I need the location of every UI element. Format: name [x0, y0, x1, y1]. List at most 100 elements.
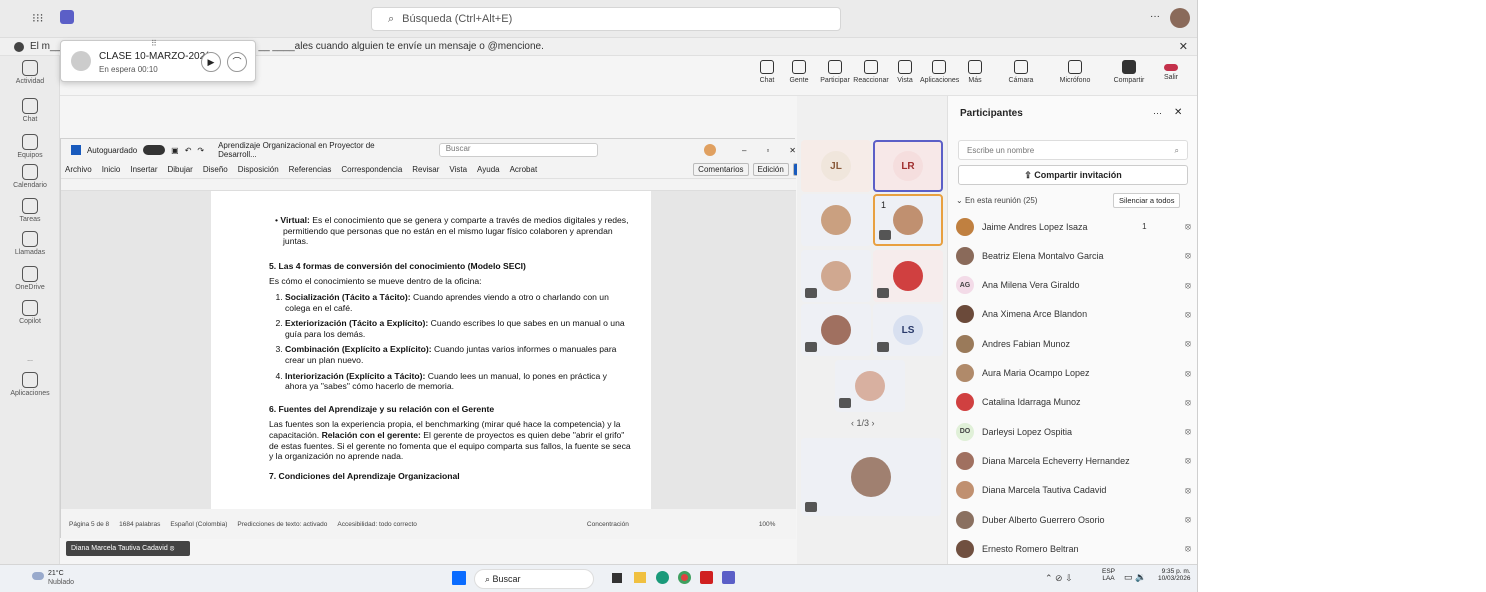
mic-off-icon[interactable]: ⦻: [1185, 338, 1191, 349]
ribbon-tab[interactable]: Insertar: [130, 165, 157, 174]
video-tile[interactable]: LS: [873, 304, 943, 356]
teams-icon[interactable]: [722, 571, 735, 584]
video-tile[interactable]: [801, 438, 941, 516]
language-indicator[interactable]: ESP LAA: [1102, 568, 1115, 582]
video-tile[interactable]: [801, 250, 871, 302]
close-icon[interactable]: ✕: [1179, 40, 1188, 53]
participant-row[interactable]: Aura Maria Ocampo Lopez ⦻: [956, 359, 1191, 388]
redo-icon[interactable]: ↷: [197, 146, 204, 155]
participant-row[interactable]: Diana Marcela Echeverry Hernandez ⦻: [956, 446, 1191, 475]
ribbon-tab[interactable]: Inicio: [102, 165, 121, 174]
video-tile[interactable]: 1: [873, 194, 943, 246]
participant-row[interactable]: Andres Fabian Munoz ⦻: [956, 329, 1191, 358]
rail-item-copilot[interactable]: Copilot: [0, 300, 60, 325]
resume-button[interactable]: ▶: [201, 52, 221, 72]
mic-off-icon[interactable]: ⦻: [1185, 426, 1191, 437]
more-button[interactable]: Más: [956, 60, 994, 84]
video-tile[interactable]: JL: [801, 140, 871, 192]
participant-row[interactable]: Duber Alberto Guerrero Osorio ⦻: [956, 505, 1191, 534]
status-item[interactable]: Página 5 de 8: [69, 521, 109, 528]
mic-off-icon[interactable]: ⦻: [1185, 514, 1191, 525]
rail-item-more[interactable]: ...: [0, 338, 60, 363]
rail-item-tasks[interactable]: Tareas: [0, 198, 60, 223]
rail-item-chat[interactable]: Chat: [0, 98, 60, 123]
mic-off-icon[interactable]: ⦻: [1185, 455, 1191, 466]
call-on-hold-popup[interactable]: ⠿ CLASE 10-MARZO-202( En espera 00:10 ▶ …: [60, 39, 256, 82]
rail-item-onedrive[interactable]: OneDrive: [0, 266, 60, 291]
react-button[interactable]: Reaccionar: [852, 60, 890, 84]
status-item[interactable]: 100%: [759, 521, 776, 528]
ribbon-tab[interactable]: Correspondencia: [341, 165, 402, 174]
video-tile[interactable]: [801, 304, 871, 356]
acrobat-icon[interactable]: [700, 571, 713, 584]
participant-row[interactable]: Ernesto Romero Beltran ⦻: [956, 534, 1191, 563]
app-grid-icon[interactable]: ⁝⁝⁝: [32, 11, 43, 25]
tray-icons[interactable]: ⌃ ⊘ ⇩: [1045, 573, 1073, 584]
mic-off-icon[interactable]: ⦻: [1185, 250, 1191, 261]
raise-hand-button[interactable]: Participar: [816, 60, 854, 84]
apps-button[interactable]: Aplicaciones: [920, 60, 959, 84]
rail-item-calendar[interactable]: Calendario: [0, 164, 60, 189]
participant-row[interactable]: Catalina Idarraga Munoz ⦻: [956, 388, 1191, 417]
ribbon-tab[interactable]: Diseño: [203, 165, 228, 174]
more-icon[interactable]: ···: [1153, 108, 1162, 118]
video-tile[interactable]: [801, 194, 871, 246]
rail-item-calls[interactable]: Llamadas: [0, 231, 60, 256]
participant-row[interactable]: Beatriz Elena Montalvo Garcia ⦻: [956, 241, 1191, 270]
view-button[interactable]: Vista: [886, 60, 924, 84]
status-item[interactable]: 1684 palabras: [119, 521, 160, 528]
drag-handle[interactable]: ⠿: [151, 39, 157, 48]
save-icon[interactable]: ▣: [171, 146, 179, 155]
ribbon-tab[interactable]: Vista: [449, 165, 467, 174]
document-area[interactable]: • Virtual: Es el conocimiento que se gen…: [61, 191, 796, 509]
participant-row[interactable]: DO Darleysi Lopez Ospitia ⦻: [956, 417, 1191, 446]
video-tile[interactable]: [873, 250, 943, 302]
task-view-icon[interactable]: [612, 573, 622, 583]
participant-row[interactable]: Diana Marcela Tautiva Cadavid ⦻: [956, 476, 1191, 505]
ribbon-tab[interactable]: Acrobat: [510, 165, 538, 174]
share-button[interactable]: Compartir: [1110, 60, 1148, 84]
word-search-box[interactable]: Buscar: [438, 143, 599, 157]
chrome-icon[interactable]: [678, 571, 691, 584]
ribbon-tab[interactable]: Ayuda: [477, 165, 500, 174]
document-title[interactable]: Aprendizaje Organizacional en Proyector …: [218, 141, 415, 159]
document-page[interactable]: • Virtual: Es el conocimiento que se gen…: [211, 191, 651, 509]
clock[interactable]: 9:35 p. m. 10/03/2026: [1158, 568, 1191, 582]
user-avatar[interactable]: [704, 144, 716, 156]
mic-off-icon[interactable]: ⦻: [1185, 485, 1191, 496]
editing-button[interactable]: Edición: [752, 163, 789, 176]
section-header[interactable]: ⌄ En esta reunión (25): [956, 196, 1037, 205]
mic-button[interactable]: Micrófono: [1056, 60, 1094, 84]
ribbon-tab[interactable]: Disposición: [238, 165, 279, 174]
mic-off-icon[interactable]: ⦻: [1185, 368, 1191, 379]
video-pager[interactable]: ‹ 1/3 ›: [851, 418, 875, 428]
comments-button[interactable]: Comentarios: [693, 163, 749, 176]
video-tile[interactable]: [835, 360, 905, 412]
volume-icon[interactable]: ▭ 🔉: [1124, 572, 1146, 583]
more-icon[interactable]: ···: [1150, 11, 1160, 22]
leave-button[interactable]: Salir: [1152, 60, 1190, 81]
search-input[interactable]: ⌕ Búsqueda (Ctrl+Alt+E): [371, 7, 841, 31]
close-icon[interactable]: ✕: [789, 146, 796, 155]
autosave-toggle[interactable]: [143, 145, 166, 155]
video-tile[interactable]: LR: [873, 140, 943, 192]
mic-off-icon[interactable]: ⦻: [1185, 309, 1191, 320]
mute-all-button[interactable]: Silenciar a todos: [1113, 193, 1181, 208]
mic-off-icon[interactable]: ⦻: [1185, 221, 1191, 232]
file-explorer-icon[interactable]: [634, 572, 646, 583]
ribbon-tab[interactable]: Dibujar: [168, 165, 193, 174]
close-icon[interactable]: ✕: [1174, 107, 1182, 118]
participant-row[interactable]: AG Ana Milena Vera Giraldo ⦻: [956, 271, 1191, 300]
mic-off-icon[interactable]: ⦻: [1185, 397, 1191, 408]
camera-button[interactable]: Cámara: [1002, 60, 1040, 84]
status-item[interactable]: Predicciones de texto: activado: [237, 521, 327, 528]
mic-off-icon[interactable]: ⦻: [1185, 543, 1191, 554]
ribbon-tab[interactable]: Revisar: [412, 165, 439, 174]
hang-up-button[interactable]: ⌒: [227, 52, 247, 72]
rail-item-teams[interactable]: Equipos: [0, 134, 60, 159]
rail-item-activity[interactable]: Actividad: [0, 60, 60, 85]
participant-row[interactable]: Jaime Andres Lopez Isaza 1 ⦻: [956, 212, 1191, 241]
status-item[interactable]: Español (Colombia): [170, 521, 227, 528]
edge-icon[interactable]: [656, 571, 669, 584]
participant-search-input[interactable]: Escribe un nombre ⌕: [958, 140, 1188, 160]
